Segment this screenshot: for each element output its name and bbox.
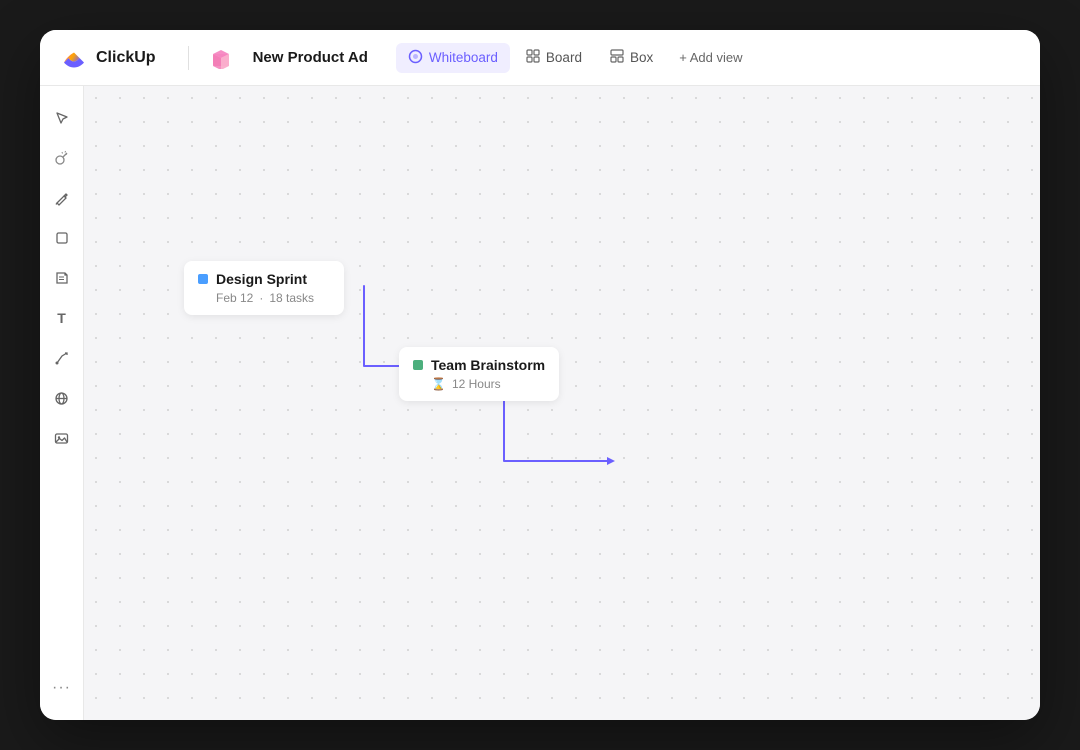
design-sprint-title: Design Sprint bbox=[198, 271, 330, 287]
logo-area[interactable]: ClickUp bbox=[60, 44, 156, 72]
box-icon bbox=[610, 49, 624, 66]
more-tools[interactable]: ··· bbox=[46, 672, 78, 704]
magic-tool[interactable] bbox=[46, 142, 78, 174]
tab-box[interactable]: Box bbox=[598, 43, 665, 72]
logo-text: ClickUp bbox=[96, 49, 156, 67]
tab-board-label: Board bbox=[546, 50, 582, 65]
globe-tool[interactable] bbox=[46, 382, 78, 414]
whiteboard-icon bbox=[408, 49, 423, 67]
tab-board[interactable]: Board bbox=[514, 43, 594, 72]
header-divider bbox=[188, 46, 189, 70]
board-icon bbox=[526, 49, 540, 66]
design-sprint-dot bbox=[198, 274, 208, 284]
image-tool[interactable] bbox=[46, 422, 78, 454]
add-view-label: + Add view bbox=[679, 50, 742, 65]
design-sprint-card[interactable]: Design Sprint Feb 12 · 18 tasks bbox=[184, 261, 344, 315]
project-name: New Product Ad bbox=[253, 49, 368, 66]
left-toolbar: T bbox=[40, 86, 84, 720]
add-view-button[interactable]: + Add view bbox=[669, 44, 752, 71]
tab-whiteboard-label: Whiteboard bbox=[429, 50, 498, 65]
team-brainstorm-dot bbox=[413, 360, 423, 370]
cursor-tool[interactable] bbox=[46, 102, 78, 134]
text-tool[interactable]: T bbox=[46, 302, 78, 334]
header: ClickUp New Product Ad Whitebo bbox=[40, 30, 1040, 86]
rectangle-tool[interactable] bbox=[46, 222, 78, 254]
project-icon bbox=[209, 46, 233, 70]
team-brainstorm-meta: ⌛ 12 Hours bbox=[431, 377, 545, 391]
app-window: ClickUp New Product Ad Whitebo bbox=[40, 30, 1040, 720]
design-sprint-meta: Feb 12 · 18 tasks bbox=[216, 291, 330, 305]
connector-lines bbox=[84, 86, 1040, 720]
team-brainstorm-title: Team Brainstorm bbox=[413, 357, 545, 373]
hours-icon: ⌛ bbox=[431, 377, 446, 391]
clickup-logo-icon bbox=[60, 44, 88, 72]
whiteboard-canvas[interactable]: Design Sprint Feb 12 · 18 tasks Team Bra… bbox=[84, 86, 1040, 720]
main-area: T bbox=[40, 86, 1040, 720]
note-tool[interactable] bbox=[46, 262, 78, 294]
tab-whiteboard[interactable]: Whiteboard bbox=[396, 43, 510, 73]
connector-tool[interactable] bbox=[46, 342, 78, 374]
tab-box-label: Box bbox=[630, 50, 653, 65]
nav-tabs: Whiteboard Board bbox=[396, 43, 753, 73]
team-brainstorm-card[interactable]: Team Brainstorm ⌛ 12 Hours bbox=[399, 347, 559, 401]
pen-tool[interactable] bbox=[46, 182, 78, 214]
